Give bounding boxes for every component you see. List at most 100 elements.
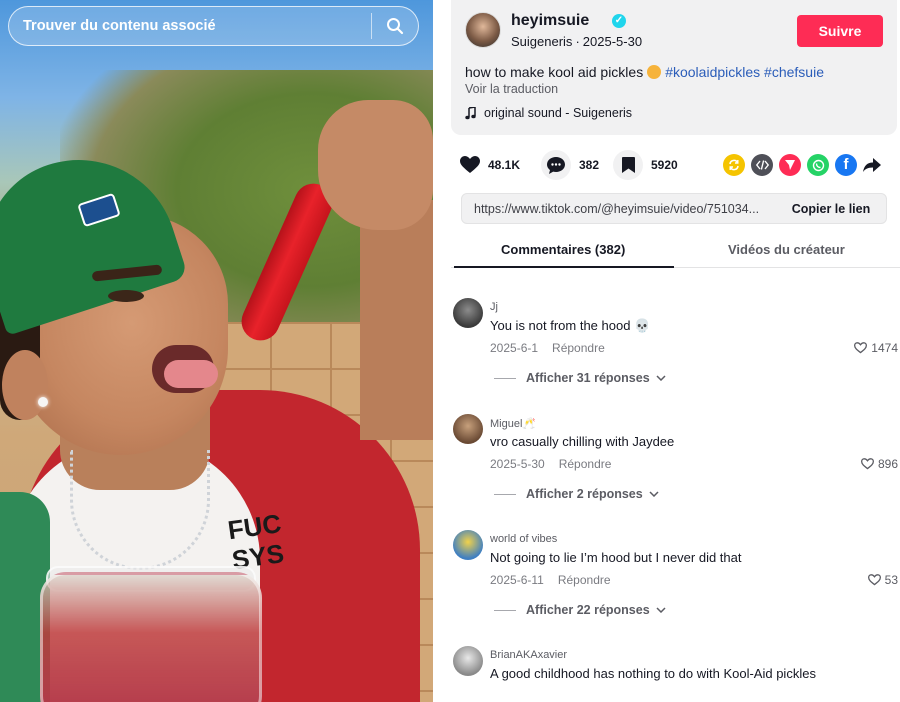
- hashtag-link[interactable]: #koolaidpickles: [665, 64, 760, 80]
- repost-icon[interactable]: [723, 154, 745, 176]
- comment-count: 382: [579, 158, 600, 172]
- comment-like-button[interactable]: 896: [860, 457, 898, 471]
- comment-button[interactable]: 382: [541, 150, 599, 180]
- active-tab-indicator: [454, 266, 674, 268]
- creator-subline: Suigeneris · 2025-5-30: [511, 34, 643, 49]
- more-share-icon[interactable]: [861, 154, 883, 176]
- reply-button[interactable]: Répondre: [559, 457, 612, 471]
- creator-nickname[interactable]: Suigeneris: [511, 34, 572, 49]
- comment-text: A good childhood has nothing to do with …: [490, 666, 816, 681]
- comment-icon: [547, 156, 565, 174]
- comment-date: 2025-5-30: [490, 457, 545, 471]
- search-placeholder[interactable]: Trouver du contenu associé: [9, 18, 371, 34]
- sound-link[interactable]: original sound - Suigeneris: [465, 106, 632, 120]
- person-ear: [2, 350, 48, 420]
- commenter-username[interactable]: Miguel🥂: [490, 417, 536, 430]
- share-arrow-icon: [863, 158, 881, 172]
- description-card: heyimsuie ✓ Suigeneris · 2025-5-30 Suivre …: [451, 0, 897, 135]
- comment-list: Jj You is not from the hood 💀 2025-6-1 Ré…: [451, 290, 900, 702]
- paper-plane-icon: [785, 160, 795, 170]
- tab-creator-videos[interactable]: Vidéos du créateur: [728, 242, 845, 257]
- search-button[interactable]: [372, 6, 418, 46]
- like-button[interactable]: 48.1K: [460, 150, 520, 180]
- view-replies-label: Afficher 22 réponses: [526, 603, 650, 617]
- person-hand: [318, 100, 433, 230]
- action-bar: 48.1K 382 5920 f: [451, 150, 897, 180]
- post-date: 2025-5-30: [582, 34, 643, 49]
- search-icon: [387, 18, 404, 35]
- chevron-down-icon: [656, 375, 666, 381]
- creator-username[interactable]: heyimsuie: [511, 12, 589, 30]
- tab-comments[interactable]: Commentaires (382): [501, 242, 625, 257]
- person-eye: [108, 290, 144, 302]
- person-tongue: [164, 360, 218, 388]
- video-info-panel: heyimsuie ✓ Suigeneris · 2025-5-30 Suivre …: [433, 0, 900, 702]
- bookmark-icon-wrap: [613, 150, 643, 180]
- view-replies-button[interactable]: Afficher 31 réponses: [494, 371, 666, 385]
- facebook-icon[interactable]: f: [835, 154, 857, 176]
- send-to-friends-icon[interactable]: [779, 154, 801, 176]
- favorite-button[interactable]: 5920: [613, 150, 678, 180]
- commenter-username[interactable]: Jj: [490, 301, 498, 313]
- see-translation-link[interactable]: Voir la traduction: [465, 82, 558, 96]
- facebook-f-glyph: f: [843, 156, 849, 173]
- view-replies-label: Afficher 31 réponses: [526, 371, 650, 385]
- person-arm: [360, 200, 433, 440]
- heart-outline-icon: [860, 458, 874, 470]
- commenter-username[interactable]: BrianAKAxavier: [490, 649, 567, 661]
- embed-code-icon[interactable]: [751, 154, 773, 176]
- person-earring: [38, 397, 48, 407]
- hashtag-link[interactable]: #chefsuie: [764, 64, 824, 80]
- commenter-username[interactable]: world of vibes: [490, 533, 557, 545]
- comment-like-count: 53: [884, 573, 898, 587]
- comment-text: You is not from the hood 💀: [490, 318, 651, 333]
- heart-outline-icon: [854, 342, 868, 354]
- video-caption: how to make kool aid pickles #koolaidpick…: [465, 64, 824, 80]
- comment-icon-wrap: [541, 150, 571, 180]
- heart-icon: [460, 156, 480, 173]
- commenter-avatar[interactable]: [453, 646, 483, 676]
- comment-text: vro casually chilling with Jaydee: [490, 434, 675, 449]
- video-url[interactable]: https://www.tiktok.com/@heyimsuie/video/…: [474, 202, 774, 216]
- commenter-avatar[interactable]: [453, 298, 483, 328]
- video-link-box: https://www.tiktok.com/@heyimsuie/video/…: [461, 193, 887, 224]
- commenter-avatar[interactable]: [453, 530, 483, 560]
- chevron-down-icon: [656, 607, 666, 613]
- comment-text: Not going to lie I’m hood but I never di…: [490, 550, 742, 565]
- comment-like-button[interactable]: 53: [867, 573, 898, 587]
- view-replies-button[interactable]: Afficher 2 réponses: [494, 487, 659, 501]
- follow-button[interactable]: Suivre: [797, 15, 883, 47]
- yum-emoji-icon: [647, 65, 662, 79]
- video-player[interactable]: FUC SYS Trouver du contenu associé: [0, 0, 433, 702]
- pickle-jar: [40, 572, 262, 702]
- bookmark-icon: [621, 157, 635, 173]
- whatsapp-icon[interactable]: [807, 154, 829, 176]
- copy-link-button[interactable]: Copier le lien: [776, 194, 886, 223]
- commenter-avatar[interactable]: [453, 414, 483, 444]
- replies-line: [494, 493, 516, 495]
- reply-button[interactable]: Répondre: [552, 341, 605, 355]
- heart-outline-icon: [867, 574, 881, 586]
- replies-line: [494, 609, 516, 611]
- caption-text: how to make kool aid pickles: [465, 64, 644, 80]
- comment-like-button[interactable]: 1474: [854, 341, 898, 355]
- view-replies-button[interactable]: Afficher 22 réponses: [494, 603, 666, 617]
- comment-like-count: 1474: [871, 341, 898, 355]
- comment-date: 2025-6-1: [490, 341, 539, 355]
- related-search-bar[interactable]: Trouver du contenu associé: [8, 6, 419, 46]
- verified-badge-icon: ✓: [612, 14, 626, 28]
- reply-button[interactable]: Répondre: [558, 573, 611, 587]
- view-replies-label: Afficher 2 réponses: [526, 487, 643, 501]
- comment-tabs: Commentaires (382) Vidéos du créateur: [451, 236, 900, 268]
- save-count: 5920: [651, 158, 678, 172]
- repost-arrows-icon: [729, 159, 739, 171]
- code-brackets-icon: [755, 160, 769, 170]
- replies-line: [494, 377, 516, 379]
- comment-date: 2025-6-11: [490, 573, 544, 587]
- comment-like-count: 896: [877, 457, 898, 471]
- comment-meta: 2025-6-11 Répondre: [490, 573, 611, 587]
- sound-name: original sound - Suigeneris: [484, 106, 633, 120]
- whatsapp-phone-icon: [812, 159, 824, 171]
- creator-avatar[interactable]: [465, 12, 501, 48]
- comment-meta: 2025-5-30 Répondre: [490, 457, 611, 471]
